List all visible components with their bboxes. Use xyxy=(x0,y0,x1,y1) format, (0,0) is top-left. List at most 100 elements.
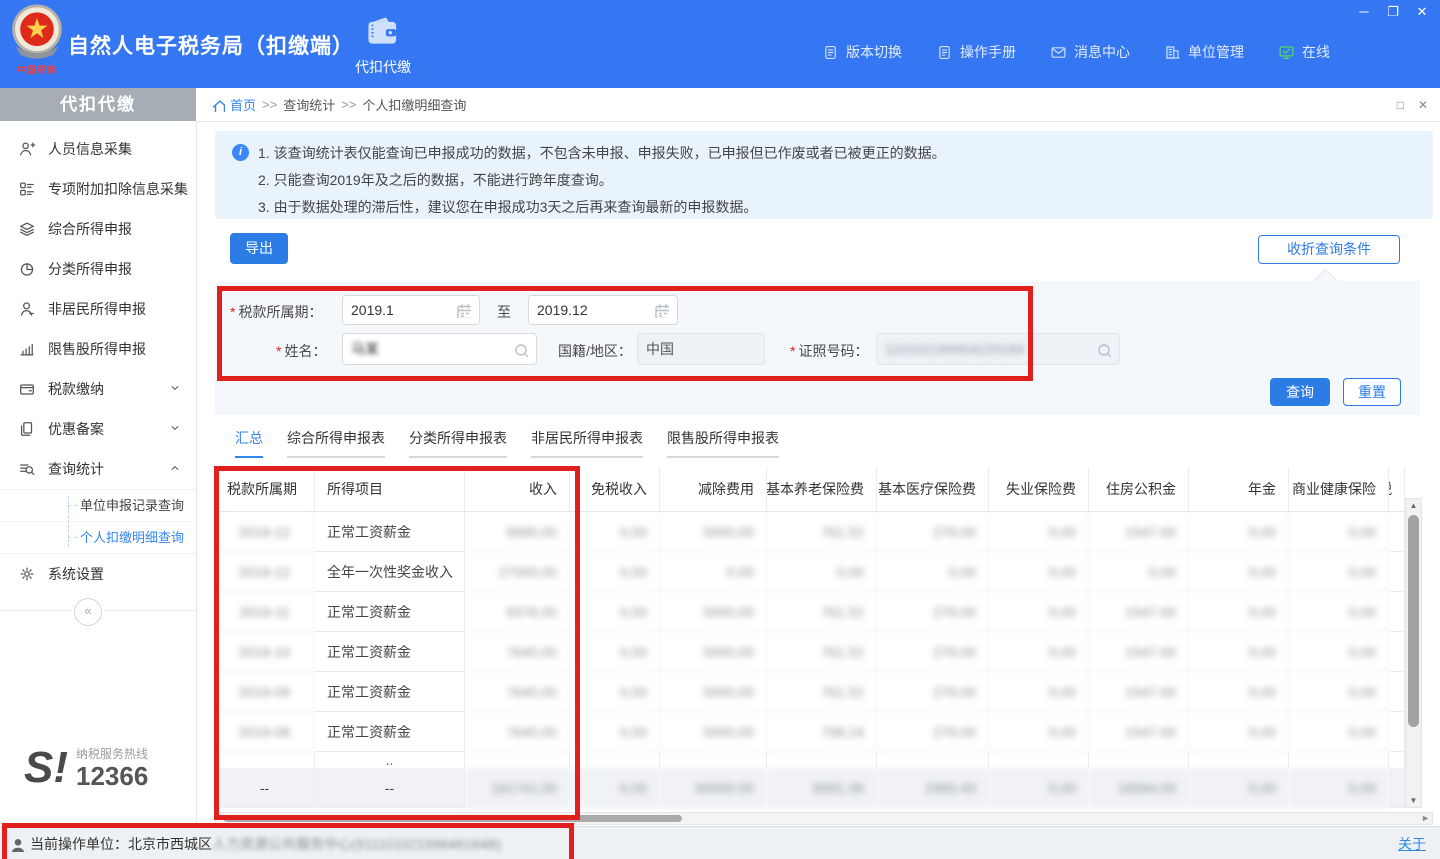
column-header[interactable]: 商业健康保险 xyxy=(1289,467,1389,512)
cell-empty xyxy=(570,752,660,768)
column-header[interactable]: 减除费用 xyxy=(660,467,767,512)
breadcrumb-separator: >> xyxy=(262,97,277,112)
minimize-icon[interactable]: ─ xyxy=(1356,4,1372,20)
tab-comprehensive[interactable]: 综合所得申报表 xyxy=(287,428,385,458)
sidebar-item-restricted-stock-declare[interactable]: 限售股所得申报 xyxy=(0,329,196,369)
sidebar-item-classified-income-declare[interactable]: 分类所得申报 xyxy=(0,249,196,289)
module-tab-withholding[interactable]: 代扣代缴 xyxy=(348,14,418,78)
cell-amount-blurred: 5000.00 xyxy=(660,712,767,752)
app-title: 自然人电子税务局（扣缴端） xyxy=(68,30,354,60)
cell-period: 2019-12 xyxy=(215,552,315,592)
cell-amount-blurred: 0.00 xyxy=(1289,592,1389,632)
sidebar-item-comprehensive-income-declare[interactable]: 综合所得申报 xyxy=(0,209,196,249)
export-button[interactable]: 导出 xyxy=(230,233,288,264)
period-to-input[interactable]: 2019.12 xyxy=(528,295,678,325)
restore-icon[interactable]: ❐ xyxy=(1385,4,1401,20)
search-icon[interactable] xyxy=(1095,341,1111,357)
cell-income-item: 全年一次性奖金收入 xyxy=(315,552,465,592)
cell-amount-blurred: 0.00 xyxy=(570,592,660,632)
fold-query-button[interactable]: 收折查询条件 xyxy=(1258,235,1400,264)
column-header[interactable]: 基本医疗保险费 xyxy=(877,467,989,512)
column-header[interactable]: 住房公积金 xyxy=(1089,467,1189,512)
close-icon[interactable]: ✕ xyxy=(1414,4,1430,20)
notice-line-2: 2. 只能查询2019年及之后的数据，不能进行跨年度查询。 xyxy=(258,167,946,194)
cell-amount-blurred: 9985.00 xyxy=(465,512,570,552)
name-input[interactable]: 马某 xyxy=(342,333,537,365)
sidebar-divider: « xyxy=(0,610,196,611)
hotline-number: 12366 xyxy=(76,764,148,788)
breadcrumb-home[interactable]: 首页 xyxy=(230,95,256,114)
cell-amount-blurred: 0.00 xyxy=(989,712,1089,752)
menu-item-org-management[interactable]: 单位管理 xyxy=(1164,42,1244,62)
menu-item-online-status[interactable]: 在线 xyxy=(1278,42,1330,62)
cell-amount-blurred: 5000.00 xyxy=(660,592,767,632)
menu-item-version-switch[interactable]: 版本切换 xyxy=(822,42,902,62)
sidebar-collapse-button[interactable]: « xyxy=(74,598,102,626)
cell-amount-blurred: 0.00 xyxy=(1289,512,1389,552)
calendar-icon xyxy=(653,302,669,318)
sidebar-item-label: 综合所得申报 xyxy=(48,219,132,239)
about-link[interactable]: 关于 xyxy=(1398,834,1426,854)
sidebar-item-query-statistics[interactable]: 查询统计 xyxy=(0,449,196,489)
person-icon xyxy=(18,300,36,318)
cell-truncated xyxy=(1389,768,1405,808)
name-label: *姓名： xyxy=(276,341,326,361)
cell-amount-blurred: 279.00 xyxy=(877,592,989,632)
sidebar-subitem-unit-declare-record-query[interactable]: 单位申报记录查询 xyxy=(0,490,196,521)
cell-amount-blurred: 279.00 xyxy=(877,672,989,712)
column-header[interactable]: 失业保险费 xyxy=(989,467,1089,512)
sidebar-item-label: 查询统计 xyxy=(48,459,104,479)
horizontal-scrollbar[interactable]: ◄ ► xyxy=(215,812,1433,825)
sidebar-item-personnel-info-collect[interactable]: 人员信息采集 xyxy=(0,129,196,169)
query-button[interactable]: 查询 xyxy=(1270,378,1330,406)
horizontal-scroll-thumb[interactable] xyxy=(224,815,682,822)
id-number-input[interactable]: 110102199904220184 xyxy=(876,333,1120,365)
sidebar-item-tax-payment[interactable]: 税款缴纳 xyxy=(0,369,196,409)
vertical-scroll-thumb[interactable] xyxy=(1408,515,1419,727)
tab-summary[interactable]: 汇总 xyxy=(235,428,263,458)
sidebar-item-special-deduction-collect[interactable]: 专项附加扣除信息采集 xyxy=(0,169,196,209)
reset-button[interactable]: 重置 xyxy=(1343,378,1401,406)
cell-amount-blurred: 279.00 xyxy=(877,512,989,552)
tab-restricted-stock[interactable]: 限售股所得申报表 xyxy=(667,428,779,458)
list-icon xyxy=(18,180,36,198)
cell-amount-blurred: 9378.00 xyxy=(465,592,570,632)
cell-amount-blurred: 1547.00 xyxy=(1089,672,1189,712)
panel-close-icon[interactable]: ✕ xyxy=(1418,98,1428,112)
column-header[interactable]: 收入 xyxy=(465,467,570,512)
column-header[interactable]: 税款所属期 xyxy=(215,467,315,512)
panel-maximize-icon[interactable]: □ xyxy=(1397,98,1404,112)
menu-item-label: 在线 xyxy=(1302,42,1330,62)
cell-amount-blurred: 798.24 xyxy=(767,712,877,752)
column-header[interactable]: 免税收入 xyxy=(570,467,660,512)
header-menu: 版本切换 操作手册 消息中心 单位管理 在线 xyxy=(822,42,1330,62)
vertical-scrollbar[interactable]: ▲ ▼ xyxy=(1405,498,1422,808)
summary-amount-blurred: 18564.00 xyxy=(1089,768,1189,808)
sidebar-item-nonresident-income-declare[interactable]: 非居民所得申报 xyxy=(0,289,196,329)
cell-amount-blurred: 27500.00 xyxy=(465,552,570,592)
search-icon[interactable] xyxy=(512,341,528,357)
sidebar-item-system-settings[interactable]: 系统设置 xyxy=(0,554,196,594)
hotline-label: 纳税服务热线 xyxy=(76,745,148,762)
cell-amount-blurred: 0.00 xyxy=(570,712,660,752)
id-value-blurred: 110102199904220184 xyxy=(885,341,1024,357)
scroll-down-icon[interactable]: ▼ xyxy=(1406,796,1421,805)
tab-nonresident[interactable]: 非居民所得申报表 xyxy=(531,428,643,458)
period-from-input[interactable]: 2019.1 xyxy=(342,295,480,325)
scroll-right-icon[interactable]: ► xyxy=(1421,813,1430,824)
sidebar-item-preferential-filing[interactable]: 优惠备案 xyxy=(0,409,196,449)
cell-amount-blurred: 0.00 xyxy=(1289,672,1389,712)
operator-prefix: 北京市西城区 xyxy=(128,834,212,854)
menu-item-message-center[interactable]: 消息中心 xyxy=(1050,42,1130,62)
column-header[interactable]: 基本养老保险费 xyxy=(767,467,877,512)
summary-amount-blurred: 0.00 xyxy=(989,768,1089,808)
menu-item-operation-manual[interactable]: 操作手册 xyxy=(936,42,1016,62)
search-list-icon xyxy=(18,460,36,478)
scroll-up-icon[interactable]: ▲ xyxy=(1406,501,1421,510)
column-header[interactable]: 所得项目 xyxy=(315,467,465,512)
column-header[interactable]: 税 xyxy=(1389,467,1405,512)
tab-classified[interactable]: 分类所得申报表 xyxy=(409,428,507,458)
building-icon xyxy=(1164,44,1181,61)
sidebar-subitem-personal-withholding-detail-query[interactable]: 个人扣缴明细查询 xyxy=(0,521,196,553)
column-header[interactable]: 年金 xyxy=(1189,467,1289,512)
